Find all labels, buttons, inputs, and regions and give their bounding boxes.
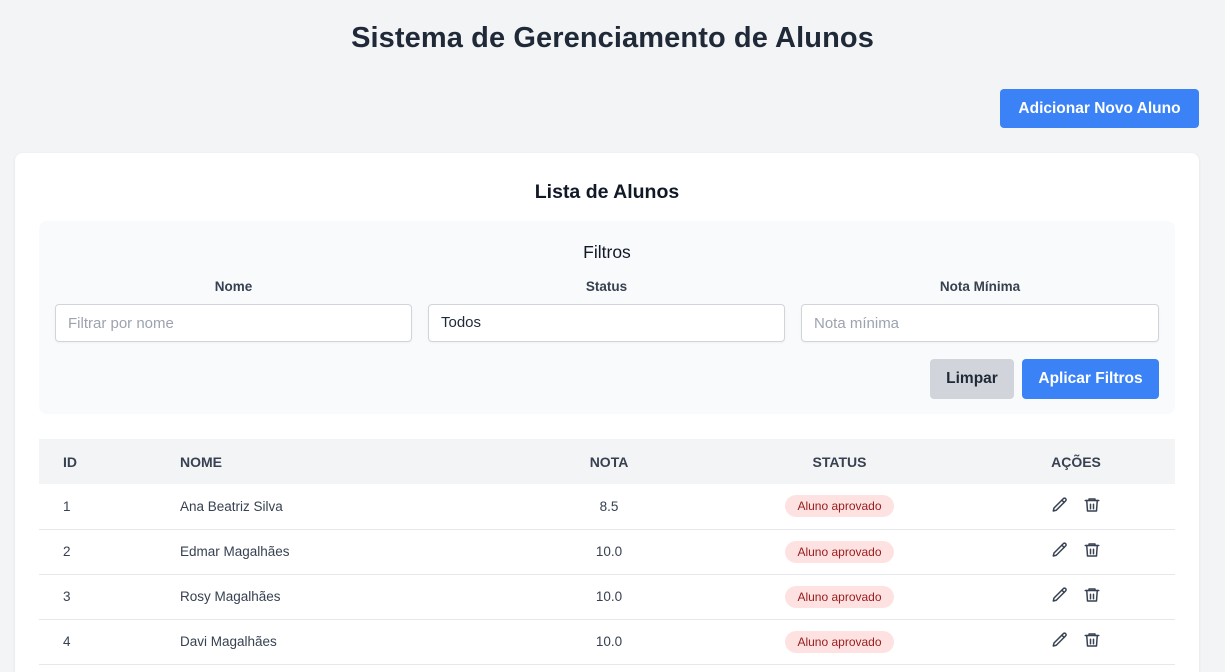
cell-nome: Rosy Magalhães [180, 589, 281, 604]
cell-id: 3 [63, 589, 71, 604]
pencil-icon[interactable] [1051, 631, 1069, 649]
cell-id: 1 [63, 498, 71, 514]
status-badge: Aluno aprovado [785, 630, 894, 653]
pencil-icon[interactable] [1051, 586, 1069, 604]
cell-nota: 10.0 [595, 634, 623, 649]
page-title: Sistema de Gerenciamento de Alunos [351, 22, 874, 54]
cell-id: 2 [63, 544, 71, 559]
cell-actions [977, 529, 1175, 574]
cell-nota: 10.0 [595, 544, 623, 559]
column-header-nota: Nota [589, 453, 629, 470]
name-filter-input[interactable] [55, 304, 412, 342]
column-header-nome: Nome [180, 453, 222, 470]
table-row: 4 Davi Magalhães 10.0 Aluno aprovado [39, 619, 1175, 664]
cell-nota: 10.0 [595, 589, 623, 604]
cell-actions [977, 484, 1175, 529]
clear-filters-button[interactable]: Limpar [930, 359, 1014, 399]
cell-actions [977, 619, 1175, 664]
column-header-status: Status [812, 453, 867, 470]
status-filter-label: Status [585, 279, 628, 294]
name-filter-group: Nome [55, 279, 412, 342]
name-filter-label: Nome [214, 279, 253, 294]
status-filter-select[interactable]: Todos [428, 304, 785, 342]
min-grade-filter-group: Nota Mínima [801, 279, 1159, 342]
table-row: 3 Rosy Magalhães 10.0 Aluno aprovado [39, 574, 1175, 619]
list-title: Lista de Alunos [534, 181, 680, 203]
column-header-acoes: Ações [1051, 453, 1101, 470]
pencil-icon[interactable] [1051, 541, 1069, 559]
cell-status: Aluno aprovado [702, 619, 977, 664]
trash-icon[interactable] [1083, 496, 1101, 514]
min-grade-filter-label: Nota Mínima [939, 279, 1021, 294]
pencil-icon[interactable] [1051, 496, 1069, 514]
filters-panel: Filtros Nome Status Todos Nota Mínima Li… [39, 221, 1175, 414]
trash-icon[interactable] [1083, 541, 1101, 559]
cell-nome: Ana Beatriz Silva [180, 498, 283, 514]
table-header-row: ID Nome Nota Status Ações [39, 439, 1175, 484]
filters-title: Filtros [583, 242, 631, 262]
cell-actions [977, 574, 1175, 619]
min-grade-filter-input[interactable] [801, 304, 1159, 342]
apply-filters-button[interactable]: Aplicar Filtros [1022, 359, 1159, 399]
table-row: 2 Edmar Magalhães 10.0 Aluno aprovado [39, 529, 1175, 574]
add-student-button[interactable]: Adicionar Novo Aluno [1000, 89, 1199, 128]
status-filter-group: Status Todos [428, 279, 785, 342]
cell-nota: 8.5 [599, 498, 619, 514]
status-badge: Aluno aprovado [785, 495, 894, 518]
table-row: 1 Ana Beatriz Silva 8.5 Aluno aprovado [39, 484, 1175, 529]
cell-status: Aluno aprovado [702, 484, 977, 529]
trash-icon[interactable] [1083, 631, 1101, 649]
status-badge: Aluno aprovado [785, 585, 894, 608]
column-header-id: ID [63, 453, 77, 470]
trash-icon[interactable] [1083, 586, 1101, 604]
status-badge: Aluno aprovado [785, 540, 894, 563]
cell-nome: Edmar Magalhães [180, 544, 290, 559]
cell-status: Aluno aprovado [702, 529, 977, 574]
cell-status: Aluno aprovado [702, 574, 977, 619]
cell-nome: Davi Magalhães [180, 634, 277, 649]
students-table: ID Nome Nota Status Ações 1 Ana Beatriz S… [39, 439, 1175, 665]
cell-id: 4 [63, 634, 71, 649]
